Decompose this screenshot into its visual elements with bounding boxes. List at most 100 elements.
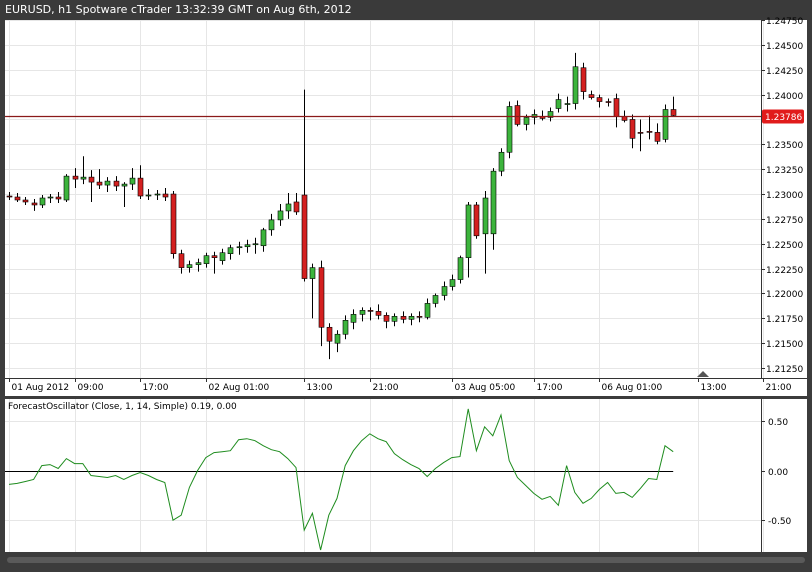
price-tick-label: 1.21500 — [766, 340, 803, 350]
candle-body — [63, 175, 70, 201]
candle[interactable] — [170, 191, 177, 259]
candle-body — [326, 326, 333, 342]
scrollbar-thumb[interactable] — [7, 557, 805, 563]
candle[interactable] — [473, 201, 480, 239]
candle-body — [129, 177, 136, 185]
candle-body — [80, 176, 87, 180]
time-tick-label: 03 Aug 05:00 — [455, 383, 516, 393]
candle-body — [31, 202, 38, 206]
current-price-tag-label: 1.23786 — [765, 113, 802, 123]
candle-body — [465, 204, 472, 258]
candle-body — [424, 303, 431, 318]
trading-window: EURUSD, h1 Spotware cTrader 13:32:39 GMT… — [0, 0, 812, 572]
candle[interactable] — [506, 101, 513, 159]
candle-body — [498, 151, 505, 172]
price-tick-label: 1.22000 — [766, 290, 803, 300]
candle-body — [342, 320, 349, 335]
candle-body — [178, 253, 185, 268]
candle-body — [6, 195, 13, 198]
candle-body — [154, 193, 161, 196]
candle-body — [96, 181, 103, 186]
price-tick-label: 1.22500 — [766, 241, 803, 251]
candle-body — [260, 229, 267, 247]
candle-body — [186, 264, 193, 268]
time-tick-label: 13:00 — [701, 383, 727, 393]
candle-body — [285, 203, 292, 212]
candle-body — [416, 316, 423, 318]
price-tick-label: 1.24750 — [766, 17, 803, 27]
candle-body — [170, 193, 177, 254]
chart-canvas[interactable]: 1.247501.245001.242501.240001.237501.235… — [0, 0, 812, 572]
oscillator-tick-label: -0.50 — [768, 517, 792, 527]
candle-body — [211, 255, 218, 258]
candle[interactable] — [63, 174, 70, 202]
candle-body — [383, 315, 390, 322]
price-tick-label: 1.24250 — [766, 67, 803, 77]
candle-body — [137, 177, 144, 197]
candle-body — [203, 255, 210, 264]
price-tick-labels: 1.247501.245001.242501.240001.237501.235… — [761, 17, 803, 375]
candle-body — [236, 246, 243, 249]
price-tick-label: 1.21750 — [766, 315, 803, 325]
price-plot-area[interactable] — [5, 20, 761, 378]
time-tick-label: 21:00 — [766, 383, 792, 393]
candle-body — [662, 109, 669, 140]
candle-body — [309, 267, 316, 279]
time-axis[interactable] — [5, 378, 807, 396]
candle-body — [104, 180, 111, 186]
candle-body — [457, 257, 464, 280]
candle-body — [473, 204, 480, 237]
candle-body — [637, 132, 644, 134]
candle-body — [39, 197, 46, 206]
price-tick-label: 1.22750 — [766, 216, 803, 226]
candle-body — [334, 333, 341, 344]
candle-body — [555, 99, 562, 109]
oscillator-tick-label: 0.00 — [768, 468, 788, 478]
time-tick-label: 17:00 — [537, 383, 563, 393]
candle-body — [121, 183, 128, 187]
candle-body — [375, 311, 382, 316]
candle-body — [367, 310, 374, 312]
oscillator-tick-label: 0.50 — [768, 418, 788, 428]
candle-body — [47, 196, 54, 199]
candle-body — [162, 193, 169, 198]
candle-body — [219, 252, 226, 261]
candle-body — [268, 219, 275, 231]
candle-body — [482, 197, 489, 235]
candle-body — [195, 262, 202, 265]
candle-body — [113, 180, 120, 187]
candle-body — [564, 103, 571, 105]
candle-body — [22, 199, 29, 203]
price-tick-label: 1.23000 — [766, 191, 803, 201]
candle-body — [350, 314, 357, 323]
candle-body — [244, 244, 251, 248]
candle[interactable] — [662, 104, 669, 143]
candle-body — [646, 131, 653, 133]
candle-body — [55, 196, 62, 200]
time-tick-label: 21:00 — [373, 383, 399, 393]
candle[interactable] — [457, 255, 464, 284]
price-tick-label: 1.23250 — [766, 166, 803, 176]
time-tick-label: 09:00 — [78, 383, 104, 393]
candle-body — [514, 105, 521, 125]
time-tick-label: 01 Aug 2012 — [12, 383, 70, 393]
candle-body — [145, 194, 152, 197]
candle-body — [449, 279, 456, 287]
price-tick-label: 1.24000 — [766, 92, 803, 102]
price-tick-label: 1.21250 — [766, 365, 803, 375]
candle-body — [227, 247, 234, 254]
candle-body — [72, 175, 79, 180]
candle-body — [359, 310, 366, 315]
candle-body — [588, 94, 595, 98]
candle-body — [293, 201, 300, 213]
candle-body — [441, 286, 448, 296]
price-tick-label: 1.22250 — [766, 266, 803, 276]
time-tick-label: 06 Aug 01:00 — [602, 383, 663, 393]
candle-body — [391, 316, 398, 322]
candle-body — [523, 117, 530, 125]
candle-body — [506, 106, 513, 153]
candle-body — [596, 97, 603, 102]
candle-body — [613, 98, 620, 117]
candle-body — [654, 132, 661, 142]
panel-splitter[interactable] — [5, 396, 807, 399]
